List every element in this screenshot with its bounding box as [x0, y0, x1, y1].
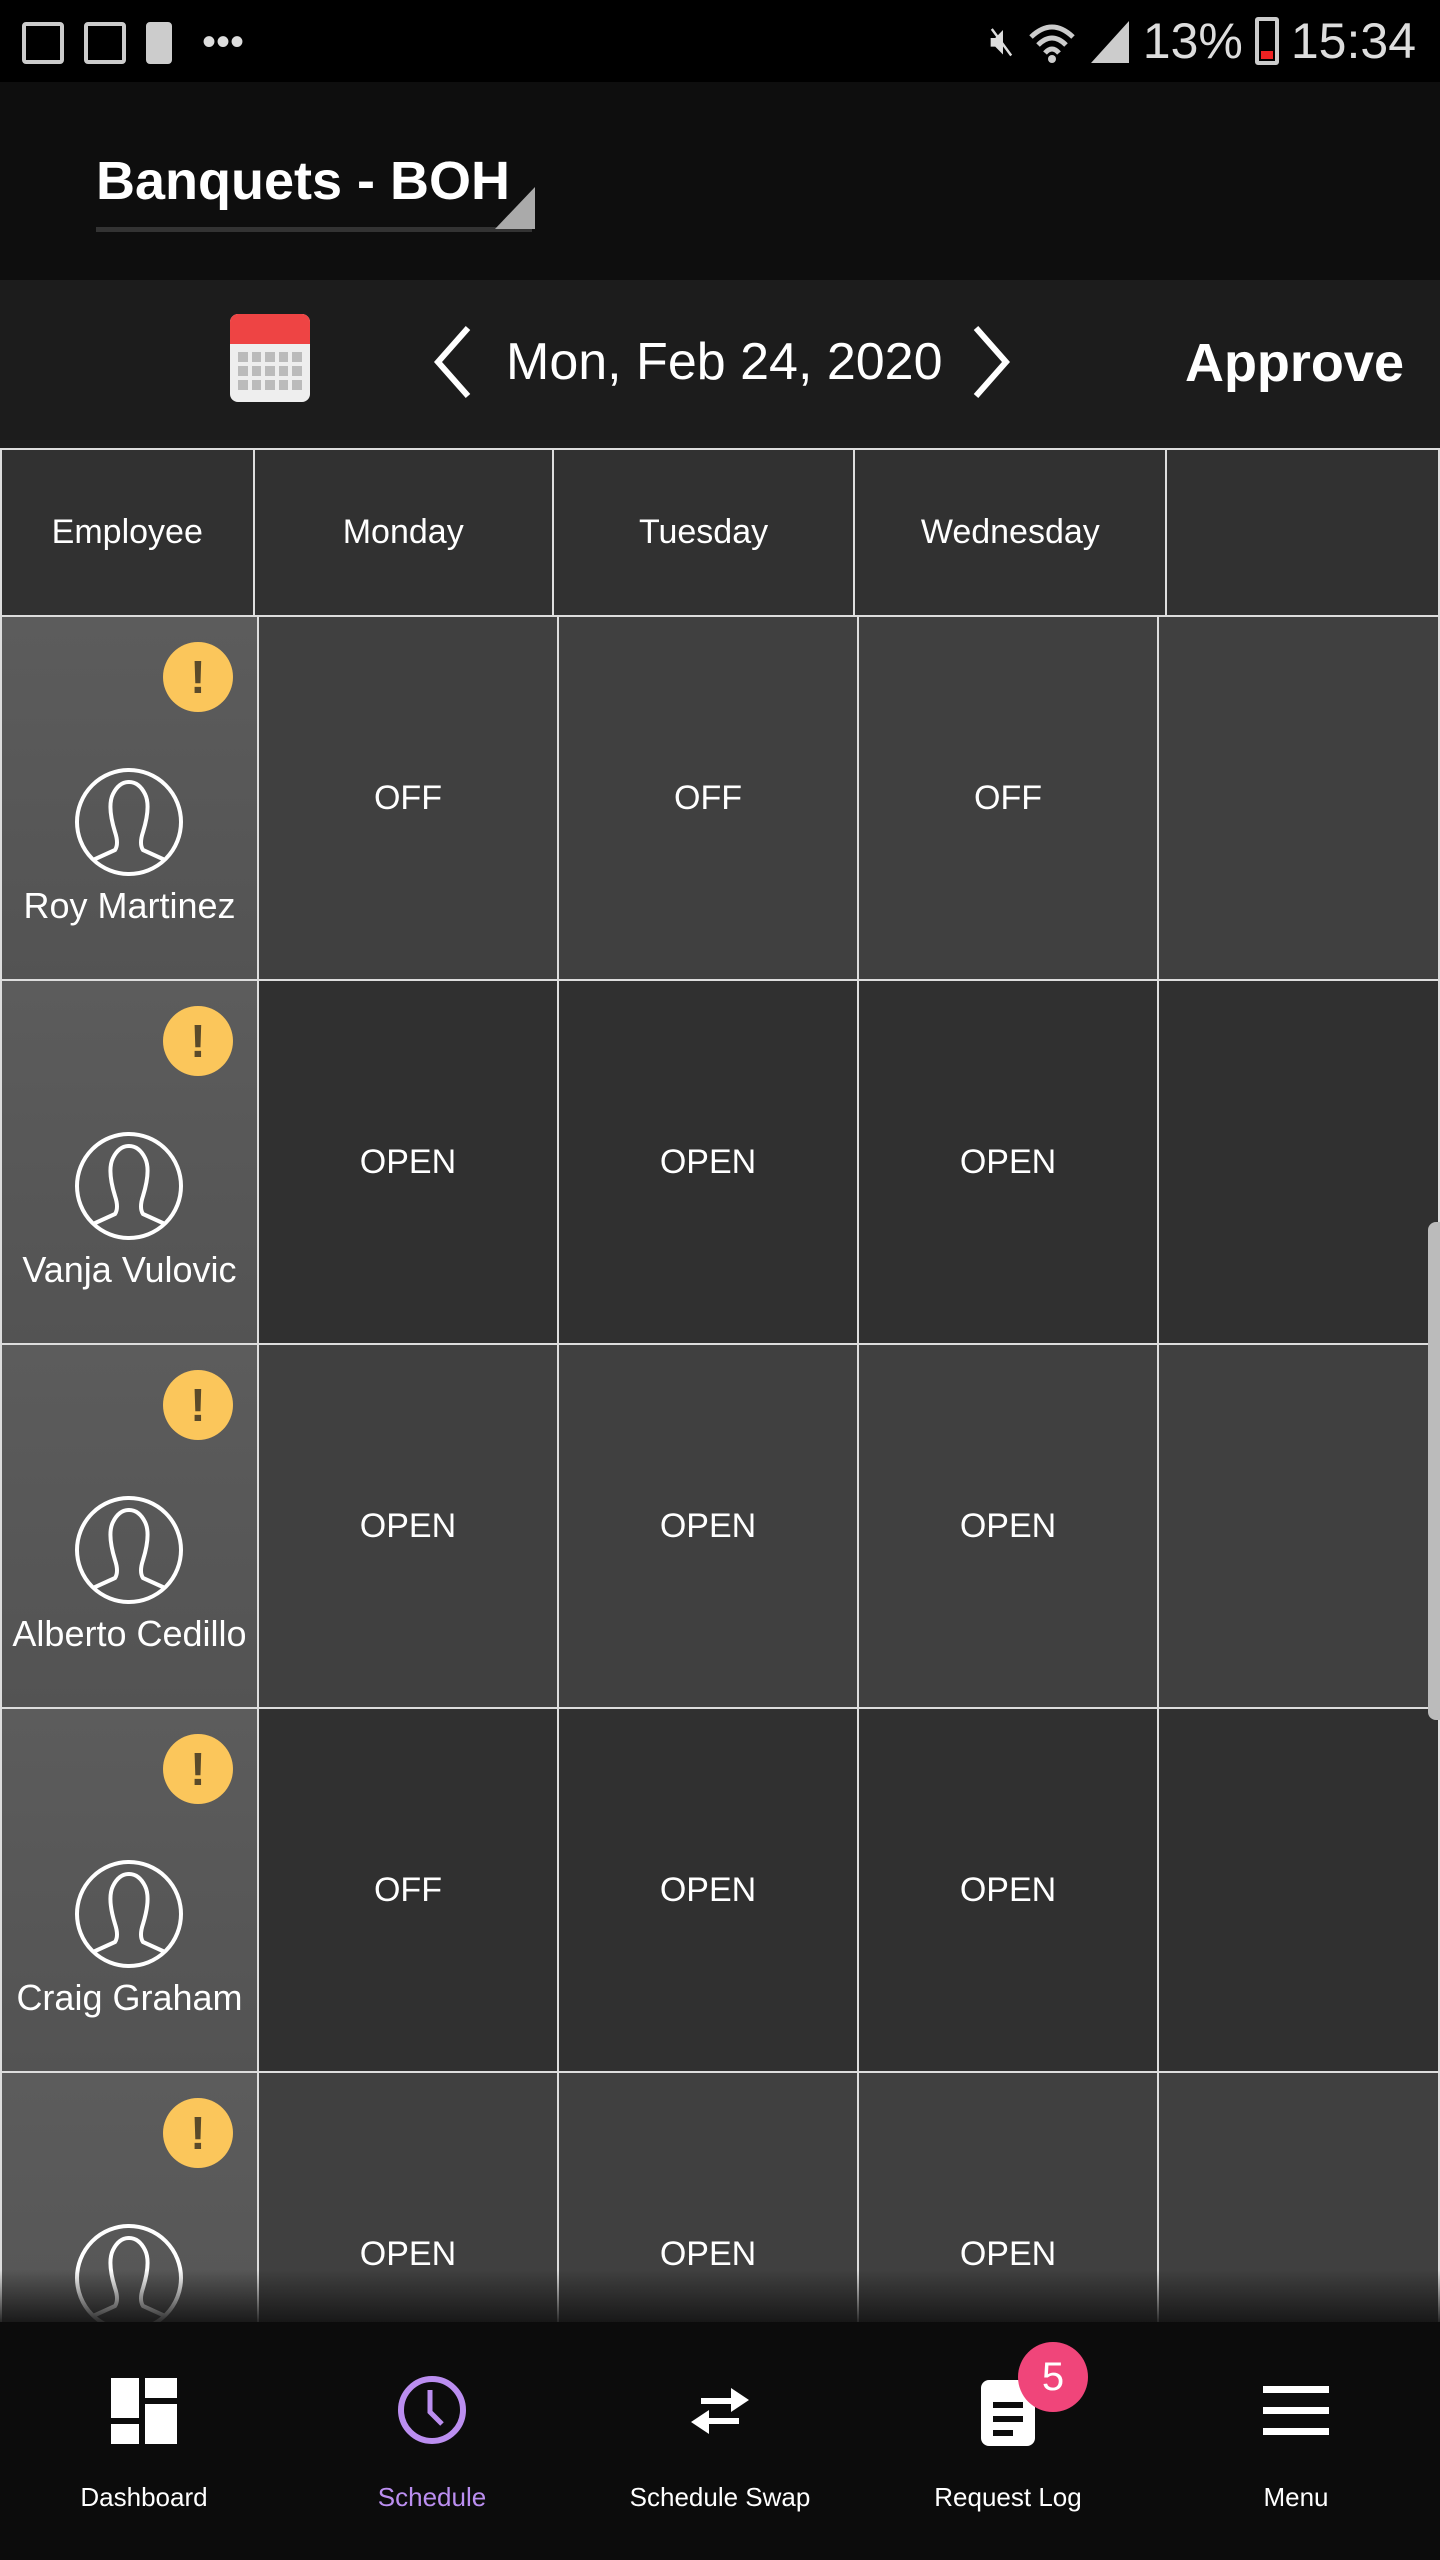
bottom-nav: Dashboard Schedule Schedule Swap 5 Reque…	[0, 2322, 1440, 2560]
shift-cell-wednesday[interactable]: OPEN	[857, 979, 1160, 1345]
signal-icon	[1090, 21, 1129, 63]
table-row: ! Vanja Vulovic OPEN OPEN OPEN	[0, 979, 1440, 1345]
table-row: ! Roy Martinez OFF OFF OFF	[0, 615, 1440, 981]
column-header-thursday	[1165, 448, 1440, 617]
table-row: ! Alberto Cedillo OPEN OPEN OPEN	[0, 1343, 1440, 1709]
warning-icon[interactable]: !	[162, 1370, 233, 1440]
clock: 15:34	[1290, 13, 1416, 69]
table-row: ! Craig Graham OFF OPEN OPEN	[0, 1707, 1440, 2073]
column-header-monday: Monday	[252, 448, 554, 617]
shift-cell-monday[interactable]: OFF	[256, 615, 560, 981]
gallery-icon	[22, 21, 64, 64]
chevron-right-icon[interactable]	[970, 324, 1014, 400]
shift-cell-thursday[interactable]	[1157, 979, 1440, 1345]
scroll-fade	[0, 2270, 1440, 2322]
wifi-icon	[1029, 24, 1075, 63]
shift-cell-tuesday[interactable]: OPEN	[556, 1707, 860, 2073]
department-title: Banquets - BOH	[96, 151, 511, 211]
employee-name: Alberto Cedillo	[12, 1613, 247, 1654]
warning-icon[interactable]: !	[162, 642, 233, 712]
approve-button[interactable]: Approve	[1185, 332, 1404, 394]
title-bar: Banquets - BOH	[0, 82, 1440, 280]
request-count-badge: 5	[1018, 2342, 1088, 2412]
warning-icon[interactable]: !	[162, 1734, 233, 1804]
calendar-icon[interactable]	[230, 314, 310, 402]
shift-cell-tuesday[interactable]: OPEN	[556, 979, 860, 1345]
header-row: Employee Monday Tuesday Wednesday	[0, 448, 1440, 617]
shift-cell-wednesday[interactable]: OPEN	[857, 1343, 1160, 1709]
avatar-icon	[75, 768, 184, 876]
battery-icon	[1254, 17, 1279, 65]
schedule-grid[interactable]: Employee Monday Tuesday Wednesday ! Roy …	[0, 448, 1440, 2322]
shift-cell-thursday[interactable]	[1157, 615, 1440, 981]
nav-schedule[interactable]: Schedule	[288, 2322, 576, 2560]
shift-cell-wednesday[interactable]: OFF	[857, 615, 1160, 981]
employee-cell[interactable]: ! Alberto Cedillo	[0, 1343, 259, 1709]
swap-icon	[691, 2388, 749, 2434]
battery-percent: 13%	[1142, 13, 1243, 69]
shift-cell-thursday[interactable]	[1157, 1707, 1440, 2073]
current-date: Mon, Feb 24, 2020	[506, 333, 943, 391]
nav-menu[interactable]: Menu	[1152, 2322, 1440, 2560]
chevron-left-icon[interactable]	[430, 324, 474, 400]
avatar-icon	[75, 1496, 184, 1604]
column-header-employee: Employee	[0, 448, 255, 617]
shift-cell-thursday[interactable]	[1157, 1343, 1440, 1709]
shift-cell-monday[interactable]: OFF	[256, 1707, 560, 2073]
column-header-wednesday: Wednesday	[853, 448, 1168, 617]
more-icon: •••	[202, 20, 245, 64]
nav-request-log[interactable]: 5 Request Log	[864, 2322, 1152, 2560]
status-bar: ••• 🔇︎ 13% 15:34	[0, 0, 1440, 82]
scrollbar[interactable]	[1428, 1222, 1440, 1720]
column-header-tuesday: Tuesday	[551, 448, 856, 617]
date-bar: Mon, Feb 24, 2020 Approve	[0, 280, 1440, 448]
mute-icon: 🔇︎	[989, 18, 1015, 63]
shift-cell-monday[interactable]: OPEN	[256, 1343, 560, 1709]
shift-cell-wednesday[interactable]: OPEN	[857, 1707, 1160, 2073]
employee-name: Craig Graham	[16, 1977, 243, 2018]
shift-cell-tuesday[interactable]: OPEN	[556, 1343, 860, 1709]
employee-cell[interactable]: ! Craig Graham	[0, 1707, 259, 2073]
clock-icon	[398, 2376, 466, 2444]
employee-cell[interactable]: ! Roy Martinez	[0, 615, 259, 981]
dropdown-arrow-icon	[495, 187, 535, 229]
warning-icon[interactable]: !	[162, 2098, 233, 2168]
employee-name: Roy Martinez	[23, 885, 236, 926]
nav-schedule-swap[interactable]: Schedule Swap	[576, 2322, 864, 2560]
warning-icon[interactable]: !	[162, 1006, 233, 1076]
avatar-icon	[75, 1132, 184, 1240]
employee-cell[interactable]: ! Vanja Vulovic	[0, 979, 259, 1345]
shift-cell-monday[interactable]: OPEN	[256, 979, 560, 1345]
avatar-icon	[75, 1860, 184, 1968]
mail-icon	[84, 21, 126, 64]
alert-icon	[146, 21, 172, 64]
menu-icon	[1263, 2386, 1329, 2435]
dropdown-underline	[96, 227, 532, 232]
nav-dashboard[interactable]: Dashboard	[0, 2322, 288, 2560]
dashboard-icon	[111, 2378, 177, 2444]
employee-name: Vanja Vulovic	[22, 1249, 237, 1290]
shift-cell-tuesday[interactable]: OFF	[556, 615, 860, 981]
